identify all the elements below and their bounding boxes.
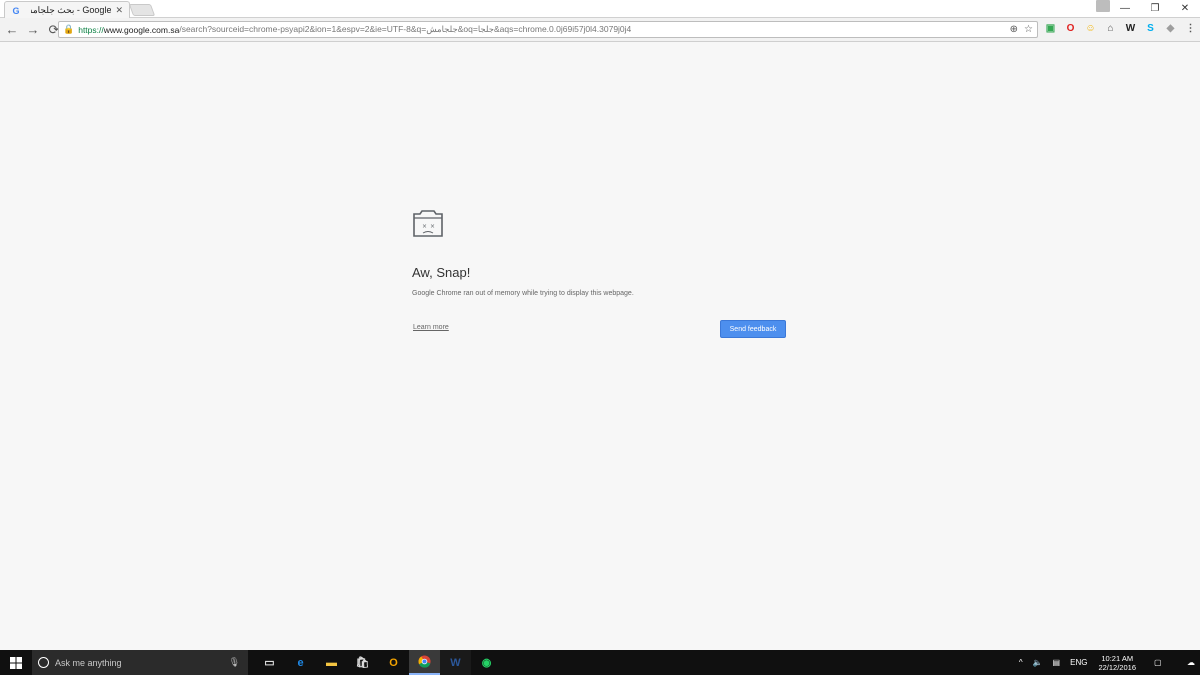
cortana-search-box[interactable]: Ask me anything 🎙	[32, 650, 248, 675]
clock-time: 10:21 AM	[1101, 653, 1134, 663]
edge-icon[interactable]: e	[285, 650, 316, 675]
system-tray: ^ 🔈 ▤ ENG 10:21 AM 22/12/2016 ▢ ☁	[1014, 650, 1200, 675]
task-view-icon[interactable]: ▭	[254, 650, 285, 675]
new-tab-button[interactable]	[128, 4, 156, 16]
learn-more-link[interactable]: Learn more	[413, 324, 449, 331]
profile-icon[interactable]	[1096, 0, 1110, 12]
opera-icon[interactable]: O	[1063, 21, 1078, 36]
taskbar: Ask me anything 🎙 ▭ e ▬ 🛍 O W ◉ ^ 🔈 ▤ EN…	[0, 650, 1200, 675]
extension-icons: ▣ O ☺ ⌂ W S ◆ ⋮	[1043, 21, 1198, 36]
back-button[interactable]: ←	[3, 21, 21, 39]
forward-button[interactable]: →	[24, 21, 42, 39]
bookmark-star-icon[interactable]: ☆	[1024, 24, 1033, 35]
svg-text:×: ×	[422, 223, 427, 230]
minimize-button[interactable]: —	[1110, 0, 1140, 16]
wikipedia-icon[interactable]: W	[1123, 21, 1138, 36]
close-window-button[interactable]: ✕	[1170, 0, 1200, 16]
error-message: Google Chrome ran out of memory while tr…	[412, 290, 634, 297]
chrome-icon[interactable]	[409, 650, 440, 675]
network-icon[interactable]: ▤	[1053, 658, 1061, 667]
volume-icon[interactable]: 🔈	[1033, 658, 1043, 667]
microphone-icon[interactable]: 🎙	[229, 657, 240, 668]
error-heading: Aw, Snap!	[412, 265, 471, 280]
green-extension-icon[interactable]: ▣	[1043, 21, 1058, 36]
basket-icon[interactable]: ⌂	[1103, 21, 1118, 36]
notifications-icon[interactable]: ▢	[1154, 658, 1168, 667]
pinned-apps: ▭ e ▬ 🛍 O W ◉	[254, 650, 502, 675]
outlook-icon[interactable]: O	[378, 650, 409, 675]
language-indicator[interactable]: ENG	[1070, 658, 1087, 667]
clock-date: 22/12/2016	[1098, 662, 1136, 672]
send-feedback-button[interactable]: Send feedback	[720, 320, 786, 338]
clock[interactable]: 10:21 AM 22/12/2016	[1098, 654, 1136, 672]
start-button[interactable]	[0, 650, 32, 675]
file-explorer-icon[interactable]: ▬	[316, 650, 347, 675]
store-icon[interactable]: 🛍	[347, 650, 378, 675]
sad-tab-page: × × Aw, Snap! Google Chrome ran out of m…	[412, 208, 792, 338]
menu-icon[interactable]: ⋮	[1183, 21, 1198, 36]
omnibox-actions: ⊕ ☆	[1010, 24, 1033, 35]
search-placeholder: Ask me anything	[55, 657, 122, 668]
tab-close-icon[interactable]: ✕	[115, 5, 123, 16]
tab-google-search[interactable]: G Google - بحث جلجامش ✕	[4, 1, 130, 19]
whatsapp-icon[interactable]: ◉	[471, 650, 502, 675]
browser-window: G Google - بحث جلجامش ✕ — ❐ ✕ ← → ⟳ 🔒 ht…	[0, 0, 1200, 650]
svg-text:×: ×	[430, 223, 435, 230]
onedrive-icon[interactable]: ☁	[1187, 658, 1195, 667]
tab-title: Google - بحث جلجامش	[31, 5, 112, 15]
chrome-logo-icon	[418, 655, 431, 668]
browser-toolbar: ← → ⟳ 🔒 https:// www.google.com.sa /sear…	[0, 18, 1200, 42]
location-icon[interactable]: ⊕	[1010, 24, 1018, 35]
emoji-icon[interactable]: ☺	[1083, 21, 1098, 36]
sad-tab-icon: × ×	[413, 210, 443, 237]
google-favicon-icon: G	[12, 5, 20, 16]
skype-icon[interactable]: S	[1143, 21, 1158, 36]
address-bar[interactable]: 🔒 https:// www.google.com.sa /search?sou…	[58, 21, 1038, 38]
tab-strip: G Google - بحث جلجامش ✕ — ❐ ✕	[0, 0, 1200, 19]
shield-icon[interactable]: ◆	[1163, 21, 1178, 36]
cortana-icon	[38, 657, 49, 668]
show-hidden-icons-icon[interactable]: ^	[1019, 658, 1023, 667]
url-path: /search?sourceid=chrome-psyapi2&ion=1&es…	[179, 24, 632, 34]
windows-logo-icon	[10, 656, 22, 669]
word-icon[interactable]: W	[440, 650, 471, 675]
window-controls: — ❐ ✕	[1110, 0, 1200, 16]
url-host: www.google.com.sa	[103, 24, 180, 35]
restore-button[interactable]: ❐	[1140, 0, 1170, 16]
url-scheme: https://	[78, 24, 104, 35]
lock-icon[interactable]: 🔒	[63, 24, 74, 35]
